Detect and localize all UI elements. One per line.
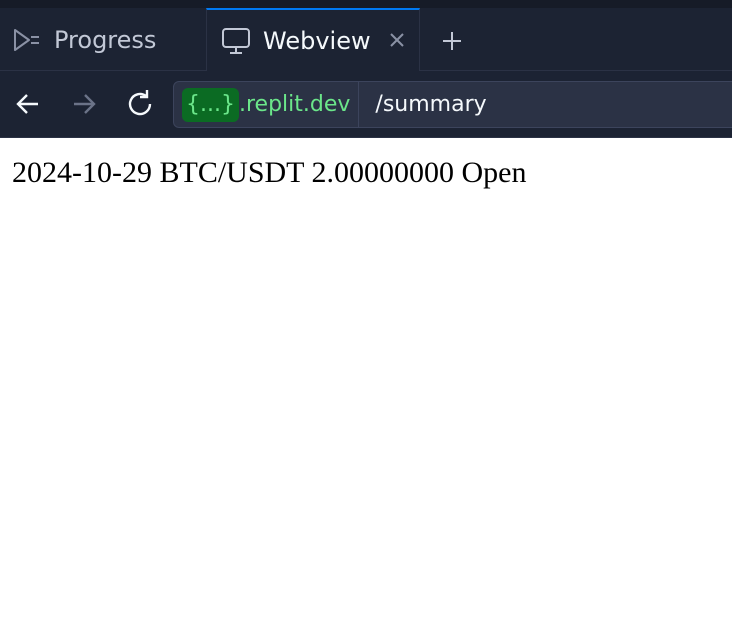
tab-label: Webview: [263, 27, 371, 55]
browser-nav-bar: {...} .replit.dev /summary: [0, 71, 732, 138]
tab-bar: Progress Webview: [0, 8, 732, 72]
window-top-strip: [0, 0, 732, 8]
webview-page: 2024-10-29 BTC/USDT 2.00000000 Open: [0, 138, 732, 638]
arrow-left-icon[interactable]: [11, 87, 45, 121]
tab-label: Progress: [54, 25, 157, 54]
monitor-icon: [221, 27, 251, 55]
plus-icon[interactable]: [438, 27, 466, 55]
tab-progress[interactable]: Progress: [0, 8, 206, 71]
reload-icon[interactable]: [123, 87, 157, 121]
url-host-badge: {...}: [182, 87, 239, 122]
page-content-text: 2024-10-29 BTC/USDT 2.00000000 Open: [12, 156, 527, 189]
tab-webview[interactable]: Webview: [206, 8, 420, 72]
url-path-input[interactable]: /summary: [359, 92, 719, 117]
url-bar[interactable]: {...} .replit.dev /summary: [173, 81, 732, 128]
url-host-domain: .replit.dev: [238, 92, 351, 117]
url-host[interactable]: {...} .replit.dev: [174, 82, 360, 127]
arrow-right-icon[interactable]: [67, 87, 101, 121]
progress-icon: [12, 27, 42, 53]
close-icon[interactable]: [385, 28, 409, 52]
